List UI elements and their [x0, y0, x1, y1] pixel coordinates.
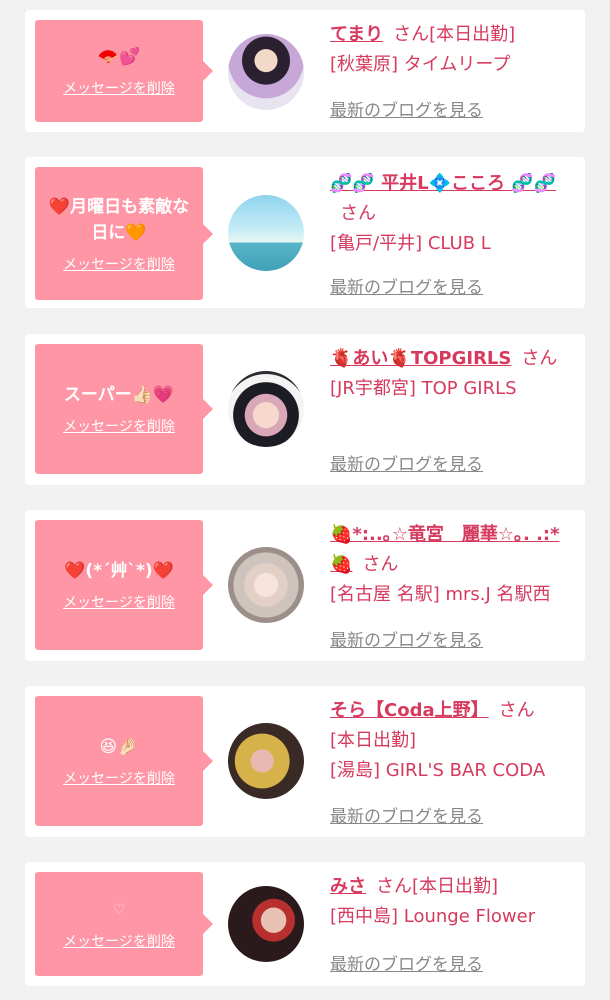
view-latest-blog-link[interactable]: 最新のブログを見る: [330, 950, 483, 975]
honorific: さん: [362, 554, 399, 575]
message-bubble: ♡ メッセージを削除: [35, 872, 213, 976]
cast-name-link[interactable]: みさ: [330, 876, 366, 897]
shop-text: [JR宇都宮] TOP GIRLS: [330, 378, 517, 399]
avatar-photo-kokoro[interactable]: [228, 195, 304, 271]
message-card: 🪭💕 メッセージを削除 てまり さん[本日出勤] [秋葉原] タイムリープ 最新の…: [25, 10, 585, 132]
honorific: さん: [393, 24, 430, 45]
message-text: ♡: [112, 902, 126, 918]
message-bubble: ❤️月曜日も素敵な 日に🧡 メッセージを削除: [35, 167, 213, 300]
delete-message-link[interactable]: メッセージを削除: [63, 592, 175, 612]
avatar-photo-reika[interactable]: [228, 547, 304, 623]
status-text: [本日出勤]: [429, 24, 516, 45]
delete-message-link[interactable]: メッセージを削除: [63, 416, 175, 436]
view-latest-blog-link[interactable]: 最新のブログを見る: [330, 450, 483, 475]
shop-text: [秋葉原] タイムリープ: [330, 54, 511, 75]
honorific: さん: [498, 700, 535, 721]
honorific: さん: [521, 348, 558, 369]
message-text: 😆🤌🏻: [99, 737, 139, 757]
shop-text: [湯島] GIRL'S BAR CODA: [330, 760, 546, 781]
message-text: 🪭💕: [97, 47, 141, 67]
message-bubble: ❤️(*´艸`*)❤️ メッセージを削除: [35, 520, 213, 650]
delete-message-link[interactable]: メッセージを削除: [63, 78, 175, 98]
avatar-photo-temari[interactable]: [228, 34, 304, 110]
message-card: スーパー👍🏻💗 メッセージを削除 🫀あい🫀TOPGIRLS さん [JR宇都宮] …: [25, 334, 585, 485]
message-card: ❤️月曜日も素敵な 日に🧡 メッセージを削除 🧬🧬 平井L💠こころ 🧬🧬 さん […: [25, 157, 585, 308]
cast-info: そら【Coda上野】 さん [本日出勤] [湯島] GIRL'S BAR CODA: [330, 696, 575, 786]
message-text: ❤️(*´艸`*)❤️: [64, 561, 174, 581]
delete-message-link[interactable]: メッセージを削除: [63, 254, 175, 274]
cast-name-link[interactable]: 🧬🧬 平井L💠こころ 🧬🧬: [330, 173, 556, 194]
view-latest-blog-link[interactable]: 最新のブログを見る: [330, 96, 483, 121]
message-card: ❤️(*´艸`*)❤️ メッセージを削除 🍓*:..｡☆竜宮 麗華☆｡. .:*…: [25, 510, 585, 661]
cast-info: みさ さん[本日出勤] [西中島] Lounge Flower: [330, 872, 575, 932]
status-text: [本日出勤]: [330, 730, 417, 751]
message-bubble: 😆🤌🏻 メッセージを削除: [35, 696, 213, 826]
cast-name-link[interactable]: てまり: [330, 24, 383, 45]
avatar-photo-sora[interactable]: [228, 723, 304, 799]
message-list: 🪭💕 メッセージを削除 てまり さん[本日出勤] [秋葉原] タイムリープ 最新の…: [0, 0, 610, 1000]
message-text: スーパー👍🏻💗: [63, 385, 175, 405]
message-text: ❤️月曜日も素敵な 日に🧡: [48, 196, 190, 243]
message-bubble: 🪭💕 メッセージを削除: [35, 20, 213, 122]
cast-info: 🍓*:..｡☆竜宮 麗華☆｡. .:*🍓 さん [名古屋 名駅] mrs.J 名駅…: [330, 520, 575, 610]
cast-info: 🧬🧬 平井L💠こころ 🧬🧬 さん [亀戸/平井] CLUB L: [330, 169, 575, 259]
delete-message-link[interactable]: メッセージを削除: [63, 931, 175, 951]
view-latest-blog-link[interactable]: 最新のブログを見る: [330, 802, 483, 827]
delete-message-link[interactable]: メッセージを削除: [63, 768, 175, 788]
honorific: さん: [376, 876, 412, 897]
view-latest-blog-link[interactable]: 最新のブログを見る: [330, 626, 483, 651]
shop-text: [名古屋 名駅] mrs.J 名駅西: [330, 584, 551, 605]
message-bubble: スーパー👍🏻💗 メッセージを削除: [35, 344, 213, 474]
cast-info: てまり さん[本日出勤] [秋葉原] タイムリープ: [330, 20, 575, 80]
message-card: 😆🤌🏻 メッセージを削除 そら【Coda上野】 さん [本日出勤] [湯島] GI…: [25, 686, 585, 837]
cast-name-link[interactable]: そら【Coda上野】: [330, 700, 489, 721]
honorific: さん: [340, 203, 376, 224]
view-latest-blog-link[interactable]: 最新のブログを見る: [330, 273, 483, 298]
shop-text: [亀戸/平井] CLUB L: [330, 233, 491, 254]
shop-text: [西中島] Lounge Flower: [330, 906, 536, 927]
avatar-photo-misa[interactable]: [228, 886, 304, 962]
cast-info: 🫀あい🫀TOPGIRLS さん [JR宇都宮] TOP GIRLS: [330, 344, 575, 404]
message-card: ♡ メッセージを削除 みさ さん[本日出勤] [西中島] Lounge Flowe…: [25, 862, 585, 986]
avatar-photo-ai[interactable]: [228, 371, 304, 447]
cast-name-link[interactable]: 🫀あい🫀TOPGIRLS: [330, 348, 511, 369]
status-text: [本日出勤]: [412, 876, 499, 897]
